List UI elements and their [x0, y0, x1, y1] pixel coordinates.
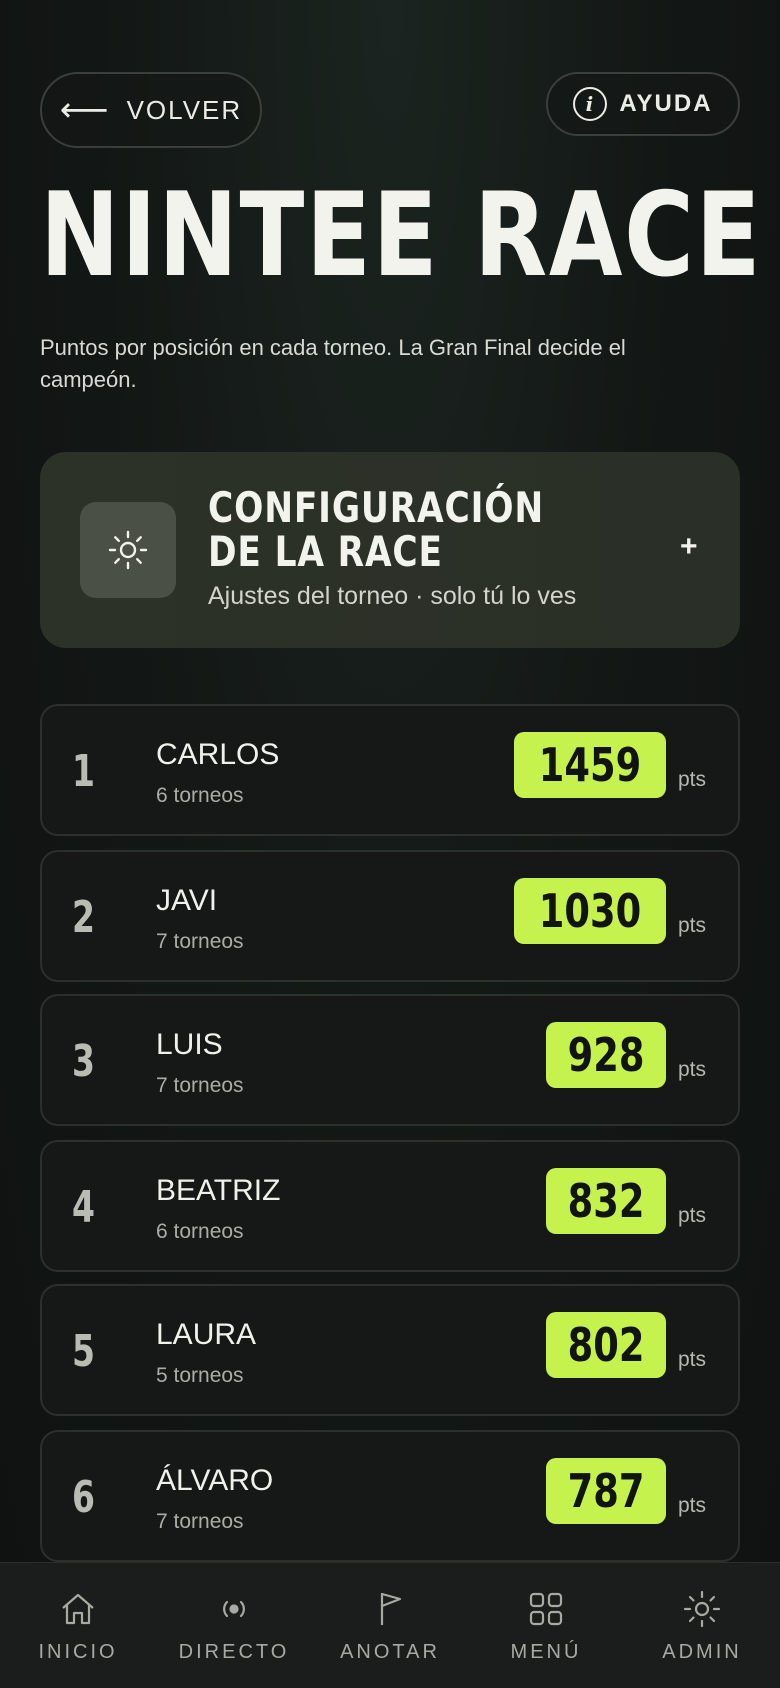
points-value: 802: [567, 1318, 645, 1372]
info-icon: i: [573, 87, 608, 121]
back-label: VOLVER: [126, 94, 243, 125]
nav-item-inicio[interactable]: INICIO: [0, 1563, 156, 1688]
points-badge: 1030: [513, 878, 666, 944]
tournament-count: 6 torneos: [156, 784, 244, 807]
nav-item-directo[interactable]: DIRECTO: [156, 1563, 312, 1688]
config-subtitle: Ajustes del torneo · solo tú lo ves: [208, 582, 577, 610]
ranking-row[interactable]: 1 CARLOS 6 torneos 1459 pts: [40, 704, 740, 836]
home-icon: [62, 1593, 94, 1625]
rank-position: 6: [72, 1472, 95, 1523]
nav-label: ANOTAR: [340, 1641, 440, 1663]
points-unit: pts: [677, 768, 706, 791]
help-button[interactable]: i AYUDA: [546, 72, 740, 136]
points-value: 928: [567, 1028, 645, 1082]
sun-icon: [108, 530, 148, 570]
rank-position: 5: [72, 1326, 95, 1377]
page-title: NINTEE RACE: [40, 168, 763, 303]
player-name: LUIS: [156, 1028, 223, 1061]
rank-position: 4: [72, 1182, 95, 1233]
points-value: 1459: [538, 738, 642, 792]
tournament-count: 7 torneos: [156, 1510, 244, 1533]
page-subtitle: Puntos por posición en cada torneo. La G…: [40, 335, 626, 392]
arrow-left-icon: ⟵: [59, 91, 111, 129]
points-unit: pts: [677, 1348, 706, 1371]
nav-item-menu[interactable]: MENÚ: [468, 1563, 624, 1688]
nav-label: INICIO: [38, 1641, 118, 1663]
player-name: ÁLVARO: [156, 1464, 274, 1497]
points-unit: pts: [677, 914, 706, 937]
nav-label: ADMIN: [662, 1641, 742, 1663]
back-button[interactable]: ⟵ VOLVER: [40, 72, 262, 148]
sun-icon: [683, 1590, 721, 1628]
points-unit: pts: [677, 1058, 706, 1081]
nav-item-admin[interactable]: ADMIN: [624, 1563, 780, 1688]
rank-position: 2: [72, 892, 95, 943]
rank-position: 3: [72, 1036, 95, 1087]
tournament-count: 6 torneos: [156, 1220, 244, 1243]
settings-icon-box: [80, 502, 176, 598]
grid-icon: [529, 1592, 563, 1626]
points-badge: 1459: [513, 732, 666, 798]
points-badge: 832: [545, 1168, 666, 1234]
config-title: CONFIGURACIÓN DE LA RACE: [208, 483, 544, 576]
points-value: 1030: [538, 884, 642, 938]
player-name: JAVI: [156, 884, 218, 917]
tournament-count: 7 torneos: [156, 1074, 244, 1097]
tournament-count: 7 torneos: [156, 930, 244, 953]
tournament-count: 5 torneos: [156, 1364, 244, 1387]
ranking-row[interactable]: 4 BEATRIZ 6 torneos 832 pts: [40, 1140, 740, 1272]
nav-item-anotar[interactable]: ANOTAR: [312, 1563, 468, 1688]
points-badge: 787: [545, 1458, 666, 1524]
ranking-row[interactable]: 5 LAURA 5 torneos 802 pts: [40, 1284, 740, 1416]
player-name: LAURA: [156, 1318, 257, 1351]
help-label: AYUDA: [619, 90, 713, 117]
ranking-row[interactable]: 6 ÁLVARO 7 torneos 787 pts: [40, 1430, 740, 1562]
nav-label: MENÚ: [510, 1641, 582, 1663]
flag-icon: [380, 1592, 402, 1625]
expand-plus-icon[interactable]: +: [680, 530, 698, 564]
ranking-row[interactable]: 2 JAVI 7 torneos 1030 pts: [40, 850, 740, 982]
nav-label: DIRECTO: [178, 1641, 290, 1663]
points-badge: 802: [545, 1312, 666, 1378]
player-name: BEATRIZ: [156, 1174, 281, 1207]
points-unit: pts: [677, 1494, 706, 1517]
live-broadcast-icon: [223, 1600, 245, 1618]
bottom-nav: INICIO DIRECTO ANOTAR MENÚ ADMIN: [0, 1562, 780, 1688]
rank-position: 1: [72, 746, 95, 797]
points-value: 832: [567, 1174, 645, 1228]
points-value: 787: [567, 1464, 645, 1518]
points-unit: pts: [677, 1204, 706, 1227]
ranking-row[interactable]: 3 LUIS 7 torneos 928 pts: [40, 994, 740, 1126]
race-config-card[interactable]: CONFIGURACIÓN DE LA RACE Ajustes del tor…: [40, 452, 740, 648]
player-name: CARLOS: [156, 738, 280, 771]
points-badge: 928: [545, 1022, 666, 1088]
